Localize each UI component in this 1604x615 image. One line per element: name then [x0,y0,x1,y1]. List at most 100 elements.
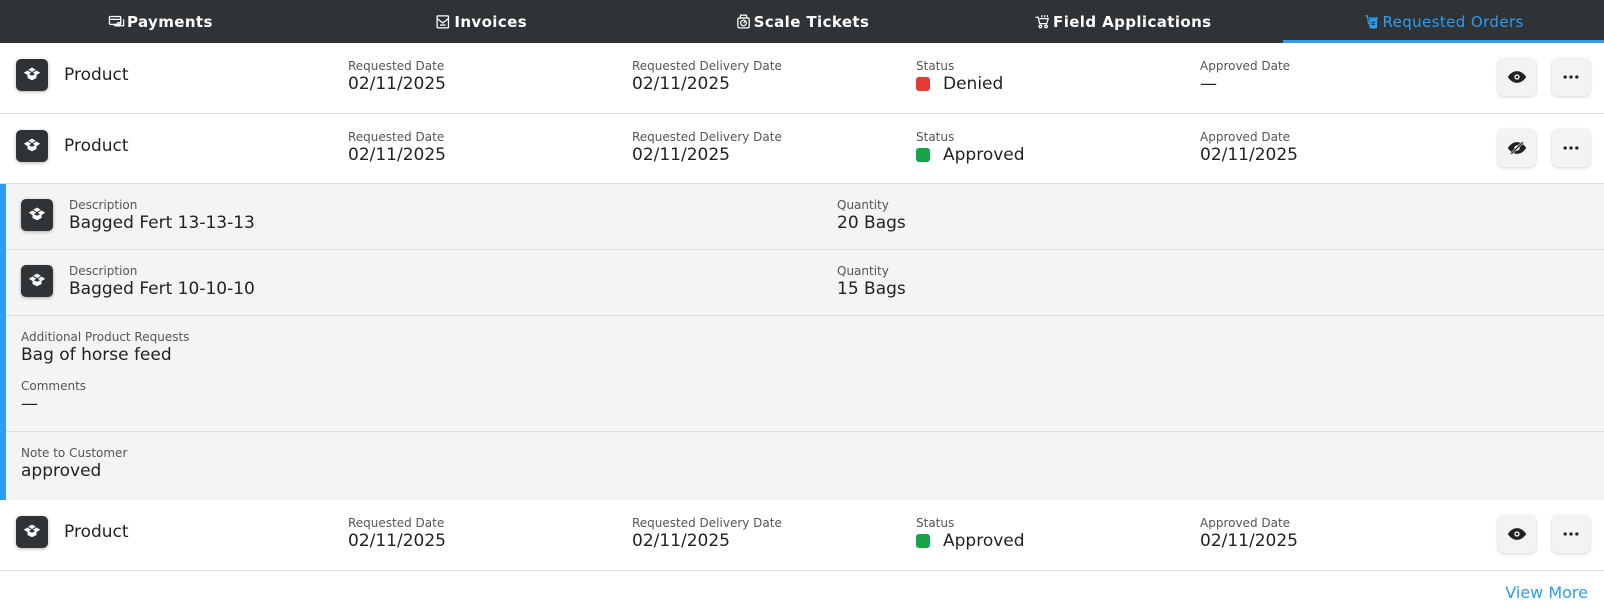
field-label: Quantity [837,264,889,278]
status-value-wrap: Denied [916,74,1003,94]
order-type: Product [64,136,129,156]
comments-value: — [21,394,38,414]
more-options-button[interactable] [1552,58,1590,96]
note-to-customer-field: Note to Customer approved [21,446,128,482]
ellipsis-icon [1563,75,1579,79]
field-label: Description [69,198,138,212]
requested-date-value: 02/11/2025 [348,145,446,165]
field-label: Comments [21,379,87,393]
requested-delivery-date-value: 02/11/2025 [632,531,730,551]
approved-date-field: Approved Date 02/11/2025 [1200,130,1298,166]
line-item: Description Bagged Fert 10-10-10 Quantit… [6,250,1604,316]
item-description-field: Description Bagged Fert 13-13-13 [69,198,255,234]
requested-date-field: Requested Date 02/11/2025 [348,516,446,552]
field-label: Description [69,264,138,278]
item-description: Bagged Fert 13-13-13 [69,213,255,233]
product-box-icon [16,516,48,548]
field-label: Status [916,59,955,73]
field-label: Approved Date [1200,516,1291,530]
item-quantity-field: Quantity 15 Bags [837,264,906,300]
order-row: Product Requested Date 02/11/2025 Reques… [0,43,1604,114]
product-box-icon [16,130,48,162]
status-value-wrap: Approved [916,531,1025,551]
status-field: Status Approved [916,517,1025,551]
ellipsis-icon [1563,532,1579,536]
item-description: Bagged Fert 10-10-10 [69,279,255,299]
status-field: Status Approved [916,131,1025,165]
field-label: Additional Product Requests [21,330,190,344]
payments-icon [108,13,125,30]
additional-info-section: Additional Product Requests Bag of horse… [6,316,1604,432]
view-more-link[interactable]: View More [1505,583,1588,602]
field-label: Requested Date [348,59,445,73]
tab-label: Payments [126,12,213,31]
hide-details-button[interactable] [1498,129,1536,167]
status-indicator [916,77,930,91]
requested-date-field: Requested Date 02/11/2025 [348,130,446,166]
note-section: Note to Customer approved [6,432,1604,500]
approved-date-value: 02/11/2025 [1200,145,1298,165]
field-label: Quantity [837,198,889,212]
order-row: Product Requested Date 02/11/2025 Reques… [0,500,1604,571]
tab-requested-orders[interactable]: Requested Orders [1283,0,1604,43]
note-to-customer-value: approved [21,461,102,481]
tab-label: Invoices [454,12,528,31]
requested-delivery-date-field: Requested Delivery Date 02/11/2025 [632,130,782,166]
field-label: Status [916,516,955,530]
status-value-wrap: Approved [916,145,1025,165]
tab-payments[interactable]: Payments [0,0,321,43]
requested-delivery-date-field: Requested Delivery Date 02/11/2025 [632,516,782,552]
field-label: Note to Customer [21,446,128,460]
status-indicator [916,534,930,548]
tab-scale-tickets[interactable]: Scale Tickets [642,0,963,43]
status-field: Status Denied [916,60,1003,94]
order-type: Product [64,65,129,85]
requested-orders-icon [1363,13,1380,30]
ellipsis-icon [1563,146,1579,150]
tab-field-applications[interactable]: Field Applications [962,0,1283,43]
approved-date-value: 02/11/2025 [1200,531,1298,551]
item-description-field: Description Bagged Fert 10-10-10 [69,264,255,300]
field-label: Requested Date [348,130,445,144]
eye-icon [1507,71,1527,83]
more-options-button[interactable] [1552,515,1590,553]
field-label: Requested Delivery Date [632,59,782,73]
eye-icon [1507,528,1527,540]
requested-date-field: Requested Date 02/11/2025 [348,59,446,95]
item-quantity-field: Quantity 20 Bags [837,198,906,234]
field-label: Requested Date [348,516,445,530]
field-label: Status [916,130,955,144]
additional-requests-value: Bag of horse feed [21,345,172,365]
requested-date-value: 02/11/2025 [348,531,446,551]
product-box-icon [21,265,53,297]
eye-slash-icon [1507,140,1527,156]
item-quantity: 20 Bags [837,213,906,233]
tab-invoices[interactable]: Invoices [321,0,642,43]
scale-icon [735,13,752,30]
approved-date-field: Approved Date 02/11/2025 [1200,516,1298,552]
requested-delivery-date-value: 02/11/2025 [632,145,730,165]
view-button[interactable] [1498,58,1536,96]
status-indicator [916,148,930,162]
tab-bar: Payments Invoices Scale Tickets Field Ap… [0,0,1604,43]
field-label: Approved Date [1200,59,1291,73]
comments-field: Comments — [21,379,87,415]
status-value: Denied [943,74,1004,94]
order-detail-panel: Description Bagged Fert 13-13-13 Quantit… [0,184,1604,500]
tab-label: Field Applications [1053,12,1212,31]
view-button[interactable] [1498,515,1536,553]
tab-label: Scale Tickets [753,12,870,31]
status-value: Approved [943,145,1025,165]
line-item: Description Bagged Fert 13-13-13 Quantit… [6,184,1604,250]
field-applications-icon [1034,13,1051,30]
order-row: Product Requested Date 02/11/2025 Reques… [0,114,1604,184]
field-label: Requested Delivery Date [632,516,782,530]
invoices-icon [435,13,452,30]
more-options-button[interactable] [1552,129,1590,167]
product-box-icon [16,59,48,91]
additional-requests-field: Additional Product Requests Bag of horse… [21,330,190,366]
field-label: Approved Date [1200,130,1291,144]
status-value: Approved [943,531,1025,551]
product-box-icon [21,199,53,231]
field-label: Requested Delivery Date [632,130,782,144]
